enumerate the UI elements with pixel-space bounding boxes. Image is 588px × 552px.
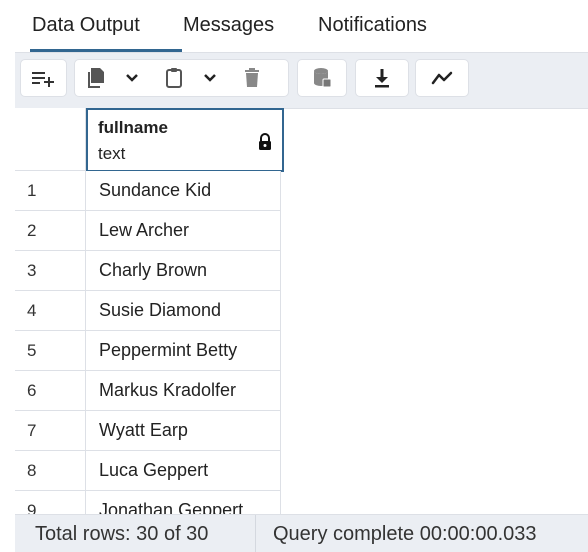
total-rows-text: Total rows: 30 of 30: [15, 515, 256, 552]
tab-data-output[interactable]: Data Output: [32, 14, 140, 37]
result-tabs: Data Output Messages Notifications: [15, 0, 588, 53]
chevron-down-icon: [126, 74, 138, 82]
copy-icon: [88, 68, 104, 88]
graph-visualiser-button[interactable]: [416, 60, 468, 96]
table-row[interactable]: 2 Lew Archer: [15, 211, 281, 251]
cell-fullname[interactable]: Wyatt Earp: [86, 411, 281, 450]
status-bar: Total rows: 30 of 30 Query complete 00:0…: [15, 514, 588, 552]
download-icon: [375, 69, 389, 88]
left-gutter: [0, 0, 15, 552]
row-number: 4: [15, 291, 86, 330]
add-row-icon: [31, 72, 54, 87]
save-data-icon: [314, 68, 332, 88]
paste-button[interactable]: [153, 60, 195, 96]
download-group: [355, 59, 409, 97]
graph-visualiser-icon: [431, 71, 453, 85]
save-group: [297, 59, 347, 97]
row-number: 2: [15, 211, 86, 250]
row-number: 3: [15, 251, 86, 290]
cell-fullname[interactable]: Lew Archer: [86, 211, 281, 250]
paste-icon: [166, 68, 182, 88]
tab-messages[interactable]: Messages: [183, 14, 274, 37]
data-output-toolbar: [15, 53, 588, 109]
table-row[interactable]: 6 Markus Kradolfer: [15, 371, 281, 411]
row-number: 8: [15, 451, 86, 490]
query-result-panel: Data Output Messages Notifications fulln…: [0, 0, 588, 552]
active-tab-indicator: [30, 49, 182, 52]
save-data-button[interactable]: [298, 60, 346, 96]
cell-fullname[interactable]: Luca Geppert: [86, 451, 281, 490]
copy-options-button[interactable]: [117, 60, 147, 96]
add-row-group: [20, 59, 67, 97]
row-number: 5: [15, 331, 86, 370]
cell-fullname[interactable]: Sundance Kid: [86, 171, 281, 210]
cell-fullname[interactable]: Peppermint Betty: [86, 331, 281, 370]
query-status-text: Query complete 00:00:00.033: [273, 523, 537, 545]
column-type: text: [98, 144, 126, 163]
table-row[interactable]: 1 Sundance Kid: [15, 171, 281, 211]
row-number: 6: [15, 371, 86, 410]
row-number: 7: [15, 411, 86, 450]
cell-fullname[interactable]: Markus Kradolfer: [86, 371, 281, 410]
table-row[interactable]: 4 Susie Diamond: [15, 291, 281, 331]
table-row[interactable]: 8 Luca Geppert: [15, 451, 281, 491]
add-row-button[interactable]: [21, 60, 66, 96]
chevron-down-icon: [204, 74, 216, 82]
edit-group: [74, 59, 289, 97]
delete-icon: [245, 68, 259, 87]
row-number-header[interactable]: [15, 108, 86, 171]
graph-group: [415, 59, 469, 97]
row-number: 1: [15, 171, 86, 210]
tab-notifications[interactable]: Notifications: [318, 14, 427, 37]
download-button[interactable]: [356, 60, 408, 96]
cell-fullname[interactable]: Susie Diamond: [86, 291, 281, 330]
cell-fullname[interactable]: Charly Brown: [86, 251, 281, 290]
column-name: fullname: [98, 118, 168, 137]
delete-button[interactable]: [231, 60, 273, 96]
paste-options-button[interactable]: [195, 60, 225, 96]
table-row[interactable]: 7 Wyatt Earp: [15, 411, 281, 451]
column-header-fullname[interactable]: fullname text: [86, 108, 284, 172]
lock-icon: [259, 133, 271, 150]
table-row[interactable]: 5 Peppermint Betty: [15, 331, 281, 371]
table-row[interactable]: 3 Charly Brown: [15, 251, 281, 291]
copy-button[interactable]: [75, 60, 117, 96]
